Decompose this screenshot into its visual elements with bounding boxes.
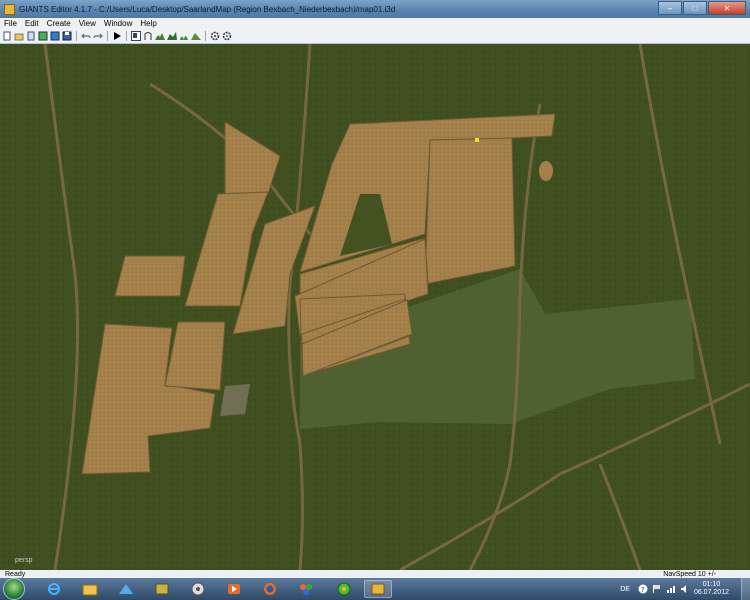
camera-label: persp xyxy=(15,557,33,564)
menu-create[interactable]: Create xyxy=(43,18,75,29)
window-controls: – □ ✕ xyxy=(657,1,746,15)
import-icon[interactable] xyxy=(50,31,60,41)
svg-text:?: ? xyxy=(641,586,645,594)
field-west-tiny xyxy=(114,255,186,297)
menu-bar: File Edit Create View Window Help xyxy=(0,18,750,29)
move-icon[interactable] xyxy=(143,31,153,41)
title-bar[interactable]: GIANTS Editor 4.1.7 - C:/Users/Luca/Desk… xyxy=(0,0,750,18)
menu-edit[interactable]: Edit xyxy=(21,18,43,29)
firefox-icon[interactable] xyxy=(256,580,284,598)
paint-icon[interactable] xyxy=(167,31,177,41)
toolbar-separator xyxy=(205,31,206,41)
menu-help[interactable]: Help xyxy=(136,18,160,29)
flag-icon[interactable] xyxy=(652,584,662,594)
internet-explorer-icon[interactable] xyxy=(40,580,68,598)
file-explorer-icon[interactable] xyxy=(76,580,104,598)
select-icon[interactable] xyxy=(131,31,141,41)
status-bar: Ready NavSpeed 10 +/- xyxy=(0,570,750,578)
system-clock[interactable]: 01:10 06.07.2012 xyxy=(694,581,729,597)
media-player-icon[interactable] xyxy=(220,580,248,598)
terrain-icon[interactable] xyxy=(155,31,165,41)
settings-icon[interactable] xyxy=(210,31,220,41)
toolbar-separator xyxy=(126,31,127,41)
settings-alt-icon[interactable] xyxy=(222,31,232,41)
export-icon[interactable] xyxy=(38,31,48,41)
foliage-icon[interactable] xyxy=(179,31,189,41)
volume-icon[interactable] xyxy=(680,584,690,594)
dirt-patch xyxy=(539,161,553,181)
toolbar-separator xyxy=(107,31,108,41)
maximize-button[interactable]: □ xyxy=(683,1,707,15)
taskbar: DE ? 01:10 06.07.2012 xyxy=(0,578,750,600)
status-text: Ready xyxy=(5,570,26,578)
document-icon[interactable] xyxy=(26,31,36,41)
clock-date: 06.07.2012 xyxy=(693,589,729,596)
clock-time: 01:10 xyxy=(702,581,721,588)
giants-app-icon xyxy=(4,3,15,15)
show-desktop-button[interactable] xyxy=(741,578,750,600)
3d-viewport[interactable]: persp xyxy=(0,44,750,570)
open-file-icon[interactable] xyxy=(14,31,24,41)
minimize-button[interactable]: – xyxy=(658,1,682,15)
giants-editor-icon[interactable] xyxy=(364,580,392,598)
icq-icon[interactable] xyxy=(330,580,358,598)
archive-icon[interactable] xyxy=(148,580,176,598)
menu-file[interactable]: File xyxy=(0,18,21,29)
system-tray: DE ? 01:10 06.07.2012 xyxy=(620,578,750,600)
terrain-view[interactable] xyxy=(0,44,750,570)
language-indicator[interactable]: DE xyxy=(620,586,630,593)
navspeed-readout: NavSpeed 10 +/- xyxy=(663,570,716,578)
save-icon[interactable] xyxy=(62,31,72,41)
play-icon[interactable] xyxy=(112,31,122,41)
toolbar-separator xyxy=(76,31,77,41)
network-icon[interactable] xyxy=(112,580,140,598)
toolbar xyxy=(0,29,750,44)
new-file-icon[interactable] xyxy=(2,31,12,41)
menu-view[interactable]: View xyxy=(75,18,100,29)
window-title: GIANTS Editor 4.1.7 - C:/Users/Luca/Desk… xyxy=(19,4,396,14)
menu-window[interactable]: Window xyxy=(100,18,136,29)
selected-object-marker[interactable] xyxy=(475,138,479,142)
paint-icon[interactable] xyxy=(292,580,320,598)
close-button[interactable]: ✕ xyxy=(708,1,746,15)
network-status-icon[interactable] xyxy=(666,584,676,594)
undo-icon[interactable] xyxy=(81,31,91,41)
start-button[interactable] xyxy=(3,578,25,600)
field-northeast xyxy=(424,137,516,285)
media-center-icon[interactable] xyxy=(184,580,212,598)
redo-icon[interactable] xyxy=(93,31,103,41)
paint-terrain-icon[interactable] xyxy=(191,31,201,41)
help-icon[interactable]: ? xyxy=(638,584,648,594)
